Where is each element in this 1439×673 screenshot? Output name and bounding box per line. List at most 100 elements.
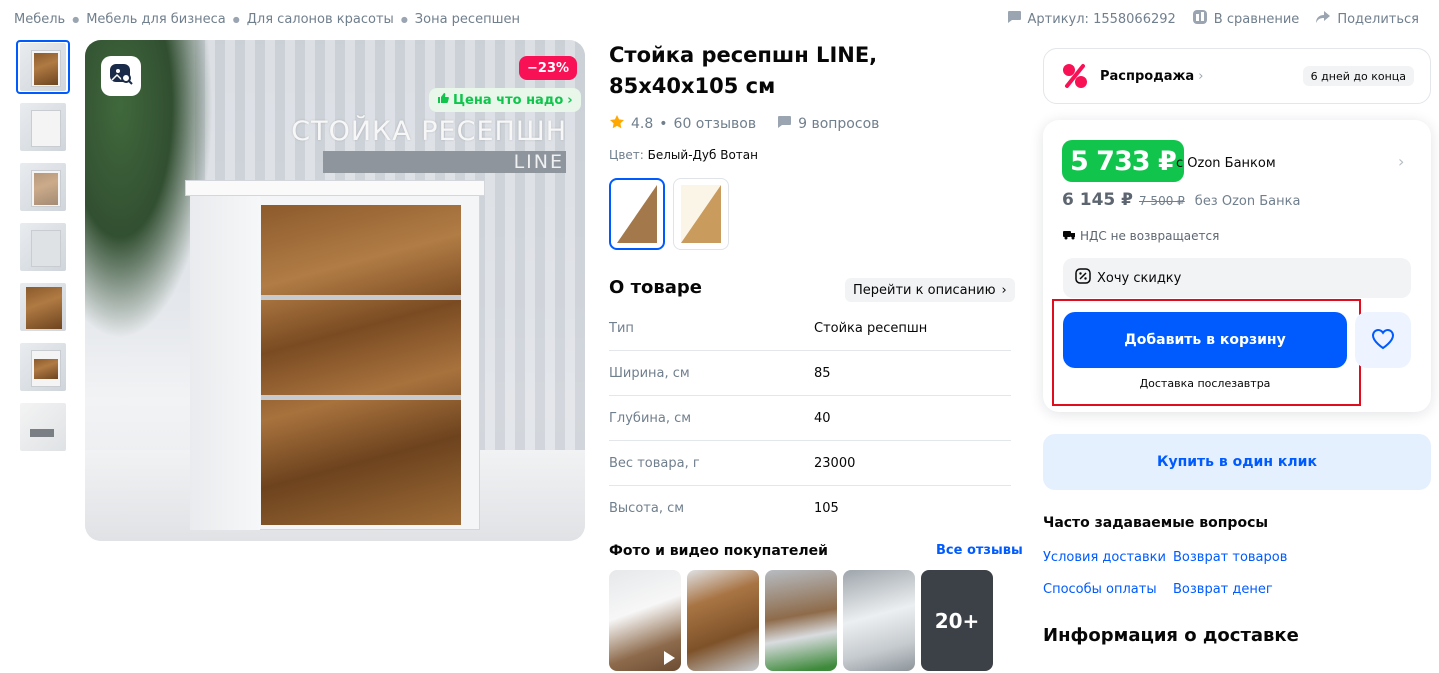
chevron-right-icon: › <box>1198 68 1204 84</box>
chevron-right-icon: › <box>1001 282 1007 298</box>
spec-value: 85 <box>814 365 831 381</box>
product-main-image[interactable]: СТОЙКА РЕСЕПШН LINE <box>85 40 585 541</box>
image-subtitle: LINE <box>323 151 566 173</box>
delivery-prefix: Доставка <box>1139 377 1194 390</box>
add-to-favorites-button[interactable] <box>1355 312 1411 368</box>
add-to-cart-button[interactable]: Добавить в корзину <box>1063 312 1347 368</box>
chevron-right-icon[interactable]: › <box>1398 152 1404 171</box>
thumbnail[interactable] <box>16 220 70 274</box>
want-discount-button[interactable]: Хочу скидку <box>1063 258 1411 298</box>
image-search-button[interactable] <box>101 56 141 96</box>
thumbnail[interactable] <box>16 280 70 334</box>
counter-top <box>185 180 485 196</box>
breadcrumb-separator: ● <box>72 14 80 24</box>
compare-label: В сравнение <box>1213 11 1300 27</box>
share-label: Поделиться <box>1337 11 1419 27</box>
delivery-day: послезавтра <box>1197 377 1271 390</box>
thumbnail[interactable] <box>16 400 70 454</box>
customer-video[interactable] <box>609 570 681 671</box>
old-price: 7 500 ₽ <box>1138 194 1185 208</box>
questions-link[interactable]: 9 вопросов <box>798 116 879 132</box>
buy-one-click-button[interactable]: Купить в один клик <box>1043 434 1431 490</box>
color-label: Цвет: Белый-Дуб Вотан <box>609 148 758 162</box>
share-button[interactable]: Поделиться <box>1315 10 1419 28</box>
reviews-link[interactable]: 60 отзывов <box>674 116 757 132</box>
faq-link-returns[interactable]: Возврат товаров <box>1173 550 1287 565</box>
spec-value: Стойка ресепшн <box>814 320 928 336</box>
compare-button[interactable]: В сравнение <box>1192 9 1300 29</box>
breadcrumb-item[interactable]: Для салонов красоты <box>247 12 394 27</box>
good-price-label: Цена что надо <box>453 92 564 108</box>
article-number[interactable]: Артикул: 1558066292 <box>1006 10 1176 28</box>
all-reviews-link[interactable]: Все отзывы <box>936 543 1023 558</box>
vat-icon <box>1062 228 1076 243</box>
sale-days-left: 6 дней до конца <box>1302 66 1414 86</box>
more-photos-button[interactable]: 20+ <box>921 570 993 671</box>
customer-photo[interactable] <box>843 570 915 671</box>
about-product-title: О товаре <box>609 277 702 298</box>
customer-photos-title: Фото и видео покупателей <box>609 543 828 559</box>
rating-value: 4.8 <box>631 116 654 132</box>
vat-note: НДС не возвращается <box>1062 228 1219 243</box>
specs-table: Тип Стойка ресепшн Ширина, см 85 Глубина… <box>609 306 1011 531</box>
go-to-description-button[interactable]: Перейти к описанию › <box>845 278 1015 302</box>
play-icon <box>664 651 675 665</box>
compare-icon <box>1192 9 1208 29</box>
heart-icon <box>1371 328 1395 353</box>
image-search-icon <box>108 61 134 91</box>
counter-side <box>190 196 260 530</box>
color-swatch-selected[interactable] <box>609 178 665 250</box>
thumbnail[interactable] <box>16 40 70 94</box>
faq-link-refunds[interactable]: Возврат денег <box>1173 582 1273 597</box>
spec-key: Высота, см <box>609 501 685 516</box>
regular-price: 6 145 ₽ <box>1062 190 1133 210</box>
thumbnail-list <box>16 40 70 460</box>
spec-value: 23000 <box>814 455 856 471</box>
spec-key: Глубина, см <box>609 410 692 426</box>
percent-icon <box>1060 61 1090 91</box>
image-title: СТОЙКА РЕСЕПШН <box>291 116 567 147</box>
star-icon <box>609 114 625 134</box>
dot-separator: • <box>659 116 668 132</box>
regular-price-row: 6 145 ₽ 7 500 ₽ без Ozon Банка <box>1062 190 1300 210</box>
spec-row: Вес товара, г 23000 <box>609 441 1011 486</box>
faq-link-payment-methods[interactable]: Способы оплаты <box>1043 582 1157 597</box>
article-label: Артикул: 1558066292 <box>1027 11 1176 27</box>
thumbs-up-icon <box>437 92 449 108</box>
color-label-prefix: Цвет: <box>609 148 644 162</box>
color-value: Белый-Дуб Вотан <box>647 148 758 162</box>
discount-tag-icon <box>1075 268 1091 288</box>
thumbnail[interactable] <box>16 100 70 154</box>
customer-photo[interactable] <box>765 570 837 671</box>
share-icon <box>1315 10 1331 28</box>
sale-banner[interactable]: Распродажа › 6 дней до конца <box>1043 48 1431 104</box>
chat-icon <box>1006 10 1022 28</box>
spec-row: Ширина, см 85 <box>609 351 1011 396</box>
breadcrumb-separator: ● <box>400 14 408 24</box>
spec-row: Тип Стойка ресепшн <box>609 306 1011 351</box>
spec-value: 40 <box>814 410 831 426</box>
spec-key: Тип <box>609 320 634 336</box>
customer-photo[interactable] <box>687 570 759 671</box>
breadcrumb-item[interactable]: Зона ресепшен <box>415 12 520 27</box>
faq-link-delivery-terms[interactable]: Условия доставки <box>1043 550 1166 565</box>
breadcrumb-item[interactable]: Мебель <box>14 12 65 27</box>
faq-title: Часто задаваемые вопросы <box>1043 515 1269 531</box>
spec-value: 105 <box>814 501 839 516</box>
ozon-bank-price[interactable]: 5 733 ₽ <box>1062 140 1184 182</box>
chevron-right-icon: › <box>567 92 573 108</box>
good-price-badge[interactable]: Цена что надо › <box>429 88 581 112</box>
thumbnail[interactable] <box>16 160 70 214</box>
delivery-info-title: Информация о доставке <box>1043 625 1299 646</box>
product-title: Стойка ресепшн LINE, 85x40x105 см <box>609 43 878 98</box>
rating-row: 4.8 • 60 отзывов 9 вопросов <box>609 114 879 134</box>
breadcrumb-separator: ● <box>232 14 240 24</box>
sale-label: Распродажа <box>1100 68 1195 84</box>
thumbnail[interactable] <box>16 340 70 394</box>
want-discount-label: Хочу скидку <box>1097 270 1182 286</box>
breadcrumb-item[interactable]: Мебель для бизнеса <box>86 12 226 27</box>
color-swatch[interactable] <box>673 178 729 250</box>
delivery-note: Доставка послезавтра <box>1063 377 1347 390</box>
top-actions: Артикул: 1558066292 В сравнение Поделить… <box>1006 10 1419 28</box>
spec-row: Глубина, см 40 <box>609 396 1011 441</box>
